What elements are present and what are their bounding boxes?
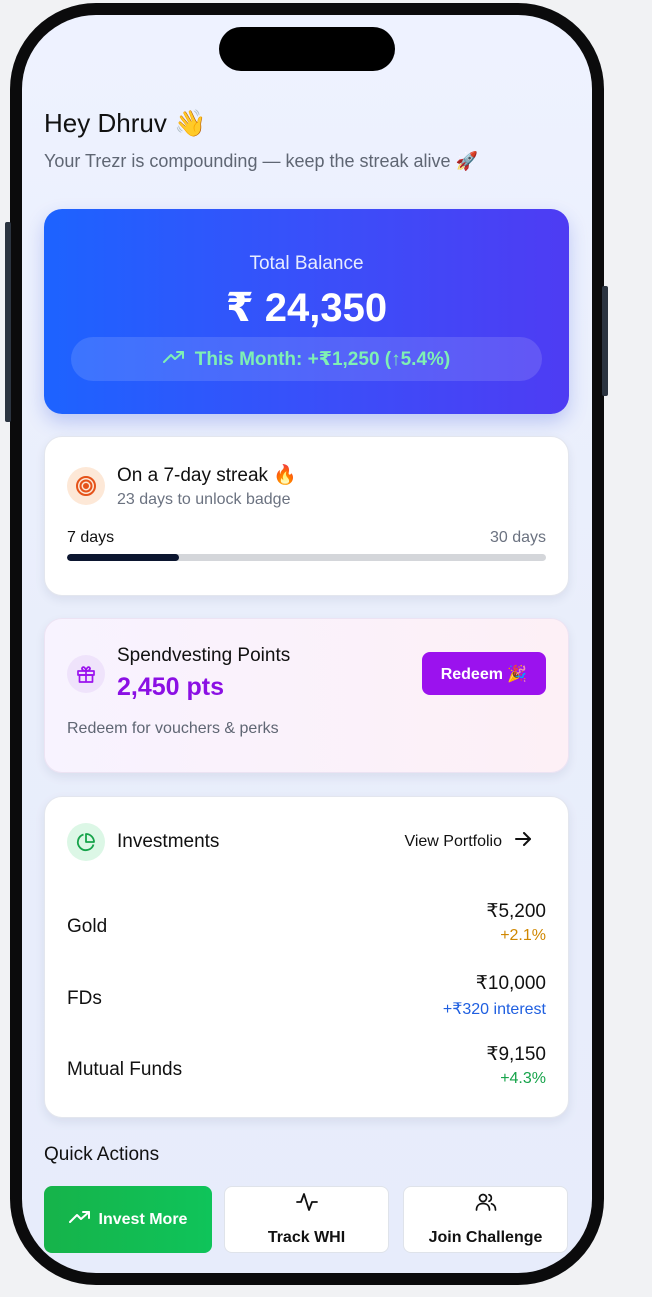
streak-progress-bar (67, 554, 546, 561)
view-portfolio-link[interactable]: View Portfolio (404, 832, 532, 851)
arrow-right-icon (514, 832, 532, 851)
streak-end-label: 30 days (489, 529, 546, 546)
investment-change: +2.1% (500, 927, 546, 944)
investment-name: Mutual Funds (67, 1059, 183, 1080)
investment-amount: ₹9,150 (486, 1044, 546, 1065)
dynamic-island (219, 27, 395, 71)
balance-label: Total Balance (249, 253, 364, 274)
view-portfolio-label: View Portfolio (404, 832, 502, 850)
phone-frame: Hey Dhruv 👋 Your Trezr is compounding — … (10, 3, 604, 1285)
join-challenge-label: Join Challenge (428, 1229, 543, 1246)
balance-card[interactable]: Total Balance ₹ 24,350 This Month: +₹1,2… (44, 209, 569, 414)
invest-more-label: Invest More (98, 1210, 188, 1228)
side-button-left (5, 222, 11, 422)
greeting-subtitle: Your Trezr is compounding — keep the str… (44, 151, 478, 171)
investment-amount: ₹10,000 (475, 973, 546, 994)
greeting-title: Hey Dhruv 👋 (44, 108, 207, 138)
investments-card: Investments View Portfolio Gold ₹5,200 +… (44, 796, 569, 1118)
investment-row-gold[interactable]: Gold ₹5,200 +2.1% (67, 900, 546, 952)
investment-name: Gold (67, 916, 108, 937)
investment-row-mutual-funds[interactable]: Mutual Funds ₹9,150 +4.3% (67, 1043, 546, 1095)
investment-name: FDs (67, 988, 102, 1009)
month-change-pill: This Month: +₹1,250 (↑5.4%) (71, 337, 542, 381)
streak-subtitle: 23 days to unlock badge (117, 491, 291, 508)
points-card: Spendvesting Points 2,450 pts Redeem for… (44, 618, 569, 773)
join-challenge-button[interactable]: Join Challenge (403, 1186, 568, 1253)
users-icon (404, 1191, 567, 1213)
month-change-text: This Month: +₹1,250 (↑5.4%) (194, 348, 451, 370)
target-icon (67, 467, 105, 505)
pie-chart-icon (67, 823, 105, 861)
points-subtitle: Redeem for vouchers & perks (67, 720, 279, 737)
points-value: 2,450 pts (117, 673, 225, 701)
streak-card[interactable]: On a 7-day streak 🔥 23 days to unlock ba… (44, 436, 569, 596)
trending-up-icon (162, 348, 185, 370)
gift-icon (67, 655, 105, 693)
streak-start-label: 7 days (67, 529, 115, 546)
investment-change: +₹320 interest (442, 1001, 546, 1018)
activity-icon (225, 1191, 388, 1213)
quick-actions-title: Quick Actions (44, 1144, 160, 1165)
track-whi-button[interactable]: Track WHI (224, 1186, 389, 1253)
streak-title: On a 7-day streak 🔥 (117, 465, 297, 486)
points-title: Spendvesting Points (117, 645, 291, 666)
investment-row-fds[interactable]: FDs ₹10,000 +₹320 interest (67, 972, 546, 1024)
investments-title: Investments (117, 831, 220, 852)
investment-change: +4.3% (500, 1070, 546, 1087)
track-whi-label: Track WHI (267, 1229, 346, 1246)
side-button-right (602, 286, 608, 396)
app-screen: Hey Dhruv 👋 Your Trezr is compounding — … (22, 15, 592, 1273)
redeem-button[interactable]: Redeem 🎉 (422, 652, 546, 695)
balance-value: ₹ 24,350 (225, 286, 388, 330)
invest-more-button[interactable]: Invest More (44, 1186, 212, 1253)
trending-up-icon (68, 1210, 91, 1229)
streak-progress-fill (67, 554, 179, 561)
investment-amount: ₹5,200 (486, 901, 546, 922)
